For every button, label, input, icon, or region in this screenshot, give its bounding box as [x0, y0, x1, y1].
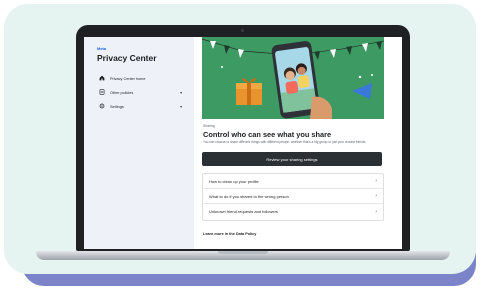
sidebar-item-label: Other policies — [110, 90, 134, 95]
sidebar-item-settings[interactable]: Settings ▾ — [98, 102, 188, 111]
chevron-right-icon: › — [375, 208, 377, 215]
laptop-screen: Meta Privacy Center Privacy Center home … — [84, 37, 402, 249]
link-clean-up-profile[interactable]: How to clean up your profile › — [203, 174, 383, 189]
home-icon — [98, 75, 106, 83]
sidebar-item-label: Privacy Center home — [110, 76, 146, 81]
sidebar-item-other-policies[interactable]: Other policies ▾ — [98, 88, 188, 97]
camera-dot — [241, 29, 244, 32]
chevron-down-icon: ▾ — [180, 105, 182, 109]
document-icon — [98, 88, 106, 97]
sidebar: Meta Privacy Center Privacy Center home … — [84, 37, 194, 249]
section-title: Control who can see what you share — [203, 130, 332, 139]
section-tag: Sharing — [203, 124, 215, 128]
link-unknown-friend-requests[interactable]: Unknown friend requests and followers › — [203, 204, 383, 219]
laptop-lid: Meta Privacy Center Privacy Center home … — [76, 25, 410, 251]
link-label: How to clean up your profile — [209, 178, 259, 184]
sidebar-item-label: Settings — [110, 104, 124, 109]
chevron-right-icon: › — [375, 178, 377, 184]
gear-icon — [98, 103, 106, 111]
laptop-notch — [218, 251, 268, 254]
learn-more-data-policy-link[interactable]: Learn more in the Data Policy — [203, 232, 256, 236]
chevron-down-icon: ▾ — [180, 91, 182, 95]
main-content: Sharing Control who can see what you sha… — [194, 37, 402, 249]
party-illustration — [202, 37, 384, 119]
meta-logo[interactable]: Meta — [97, 46, 106, 51]
sidebar-item-privacy-center-home[interactable]: Privacy Center home — [98, 74, 188, 83]
laptop-base — [36, 251, 450, 260]
review-sharing-settings-button[interactable]: Review your sharing settings — [202, 152, 382, 166]
link-label: Unknown friend requests and followers — [209, 209, 278, 214]
sidebar-title: Privacy Center — [97, 53, 157, 63]
link-label: What to do if you shared to the wrong pe… — [209, 193, 289, 199]
hero-illustration — [202, 37, 384, 119]
help-links-list: How to clean up your profile › What to d… — [202, 173, 384, 221]
link-shared-to-wrong-person[interactable]: What to do if you shared to the wrong pe… — [203, 189, 383, 204]
section-description: You can choose to share different things… — [203, 140, 367, 144]
chevron-right-icon: › — [375, 193, 377, 199]
